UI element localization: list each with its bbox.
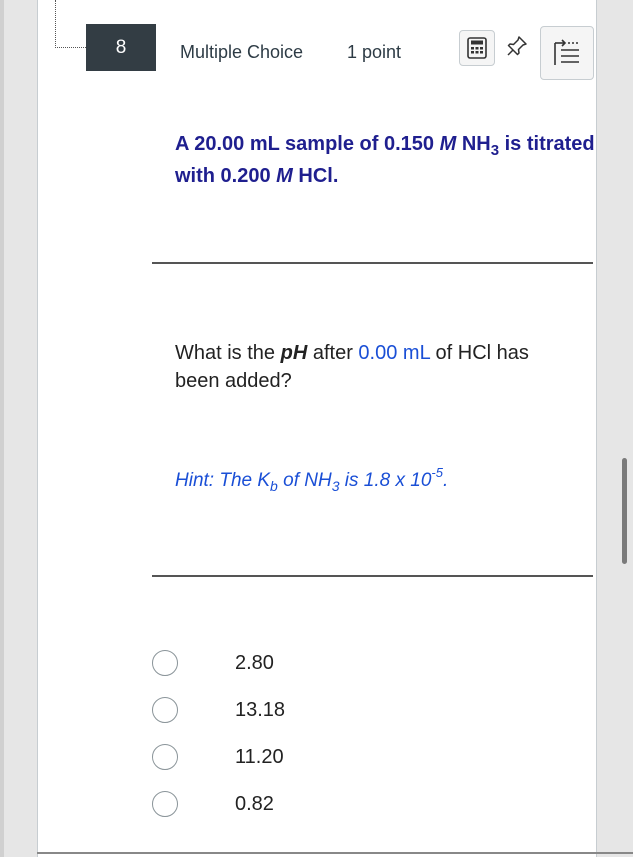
option-label: 11.20 — [235, 746, 284, 768]
outline-button[interactable] — [540, 26, 594, 80]
answer-option[interactable]: 13.18 — [152, 692, 452, 728]
option-label: 2.80 — [235, 652, 274, 674]
pin-icon — [507, 36, 527, 56]
calculator-icon — [467, 37, 487, 59]
radio-button[interactable] — [152, 697, 178, 723]
question-number-badge: 8 — [86, 24, 156, 71]
divider — [152, 575, 593, 577]
divider — [152, 262, 593, 264]
scrollbar-thumb[interactable] — [622, 458, 627, 564]
question-text: What is the pH after 0.00 mL of HCl has … — [175, 342, 529, 392]
answer-option[interactable]: 2.80 — [152, 645, 452, 681]
radio-button[interactable] — [152, 744, 178, 770]
calculator-button[interactable] — [459, 30, 495, 66]
radio-button[interactable] — [152, 650, 178, 676]
answer-option[interactable]: 0.82 — [152, 786, 452, 822]
left-edge — [0, 0, 4, 857]
option-label: 13.18 — [235, 699, 286, 721]
bottom-border — [37, 852, 633, 854]
radio-button[interactable] — [152, 791, 178, 817]
question-type: Multiple Choice — [180, 42, 304, 62]
option-label: 0.82 — [235, 793, 274, 815]
hint-text: Hint: The Kb of NH3 is 1.8 x 10-5. — [175, 465, 449, 494]
question-points: 1 point — [347, 42, 402, 62]
outline-icon — [554, 39, 579, 65]
question-stem: A 20.00 mL sample of 0.150 M NH3 is titr… — [175, 133, 595, 187]
answer-option[interactable]: 11.20 — [152, 739, 452, 775]
pin-button[interactable] — [503, 32, 531, 60]
